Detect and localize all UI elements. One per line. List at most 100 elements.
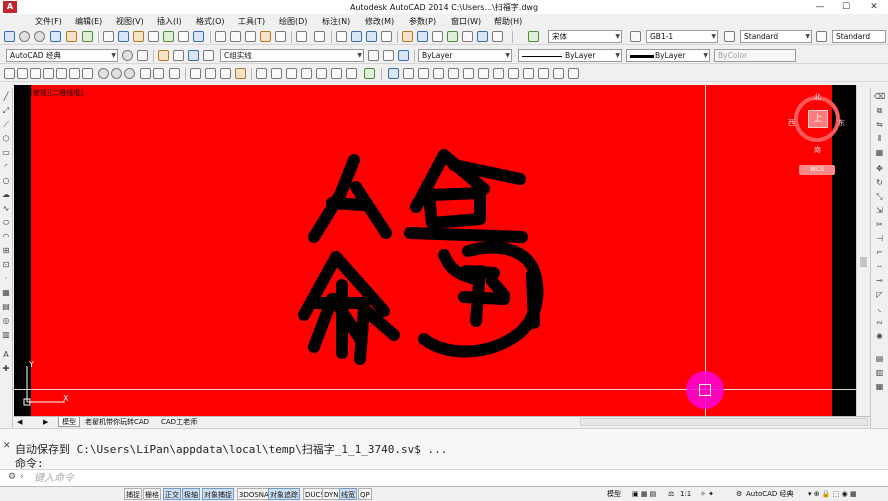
fillet-icon[interactable]: ◟ <box>874 304 885 314</box>
status-grid[interactable]: 栅格 <box>143 488 161 500</box>
textstyle-combo[interactable]: Standard ▼ <box>740 30 812 43</box>
break-icon[interactable]: ╌ <box>874 262 885 272</box>
dimstyle-combo[interactable]: GB1-1 ▼ <box>646 30 718 43</box>
trim-icon[interactable]: ✂ <box>874 220 885 230</box>
point-icon[interactable]: · <box>1 274 11 284</box>
hatch-icon[interactable]: ▦ <box>1 288 11 298</box>
tools-panel-icon[interactable]: ▦ <box>874 382 885 392</box>
vscroll-thumb[interactable] <box>860 257 867 267</box>
snap-center-icon[interactable] <box>98 68 109 79</box>
status-workspace[interactable]: AutoCAD 经典 <box>746 488 794 500</box>
block-editor-icon[interactable] <box>275 31 286 42</box>
preview-icon[interactable] <box>163 31 174 42</box>
ucs-y-icon[interactable] <box>538 68 549 79</box>
menu-file[interactable]: 文件(F) <box>35 16 62 27</box>
workspace-combo[interactable]: AutoCAD 经典 ▼ <box>6 49 118 62</box>
workspace-settings-icon[interactable] <box>122 50 133 61</box>
ucs-world-icon[interactable] <box>403 68 414 79</box>
line-icon[interactable]: ╱ <box>1 92 11 102</box>
snap-quadrant-icon[interactable] <box>111 68 122 79</box>
copy-object-icon[interactable]: ⧉ <box>874 106 885 116</box>
text-front-icon[interactable] <box>316 68 327 79</box>
status-dyn[interactable]: DYN <box>322 488 341 500</box>
redo-icon[interactable] <box>314 31 325 42</box>
font-combo[interactable]: 宋体 ▼ <box>548 30 622 43</box>
multileader-style-icon[interactable] <box>816 31 827 42</box>
status-tray-icons[interactable]: ▾ ⊕ 🔒 ⬚ ◉ ▦ <box>808 488 857 500</box>
command-close-icon[interactable]: ✕ <box>3 441 11 451</box>
ucs-face-icon[interactable] <box>433 68 444 79</box>
blend-icon[interactable]: ∾ <box>874 318 885 328</box>
add-selected-icon[interactable]: ✚ <box>1 364 11 374</box>
close-button[interactable]: ✕ <box>862 0 886 14</box>
viewcube-top-face[interactable]: 上 <box>808 110 828 128</box>
markup-icon[interactable] <box>462 31 473 42</box>
status-model[interactable]: 模型 <box>607 488 621 500</box>
rectangle-icon[interactable]: ▭ <box>1 148 11 158</box>
ellipse-arc-icon[interactable]: ◠ <box>1 232 11 242</box>
menu-help[interactable]: 帮助(H) <box>494 16 522 27</box>
snap-none-icon[interactable] <box>220 68 231 79</box>
workspace-switch-icon[interactable]: ⚙ <box>736 488 742 500</box>
sheet-set-icon[interactable] <box>447 31 458 42</box>
region-icon[interactable]: ◎ <box>1 316 11 326</box>
command-input[interactable] <box>34 472 834 485</box>
tab-layout2[interactable]: CAD工老师 <box>158 417 200 427</box>
draw-order-front-icon[interactable] <box>256 68 267 79</box>
status-snap[interactable]: 捕捉 <box>124 488 142 500</box>
annotation-scale-icon[interactable]: ⚖ <box>668 488 674 500</box>
properties-icon[interactable] <box>402 31 413 42</box>
function-icon[interactable] <box>364 68 375 79</box>
compass-south[interactable]: 南 <box>814 145 821 155</box>
osnap-settings-icon[interactable] <box>235 68 246 79</box>
extend-icon[interactable]: ⊣ <box>874 234 885 244</box>
ucs-origin-icon[interactable] <box>478 68 489 79</box>
ucs-x-icon[interactable] <box>523 68 534 79</box>
menu-parametric[interactable]: 参数(P) <box>409 16 436 27</box>
viewcube[interactable]: 上 北 南 东 西 WCS <box>788 88 852 178</box>
compass-north[interactable]: 北 <box>814 92 821 102</box>
make-current-icon[interactable] <box>368 50 379 61</box>
explode-icon[interactable]: ✺ <box>874 332 885 342</box>
table-style-icon[interactable] <box>724 31 735 42</box>
layers-panel-icon[interactable]: ▤ <box>874 354 885 364</box>
snap-tangent-icon[interactable] <box>124 68 135 79</box>
offset-icon[interactable]: ⫴ <box>874 134 885 144</box>
zoom-previous-icon[interactable] <box>381 31 392 42</box>
snap-insert-icon[interactable] <box>169 68 180 79</box>
ucs-object-icon[interactable] <box>448 68 459 79</box>
ucs-z-icon[interactable] <box>553 68 564 79</box>
draw-order-back-icon[interactable] <box>271 68 282 79</box>
snap-parallel-icon[interactable] <box>153 68 164 79</box>
menu-window[interactable]: 窗口(W) <box>451 16 481 27</box>
snap-perpendicular-icon[interactable] <box>140 68 151 79</box>
snap-endpoint-icon[interactable] <box>30 68 41 79</box>
ucs-icon[interactable] <box>388 68 399 79</box>
annotation-scale[interactable]: 1:1 <box>680 488 691 500</box>
menu-modify[interactable]: 修改(M) <box>365 16 394 27</box>
copy-icon[interactable] <box>230 31 241 42</box>
dim-style-icon[interactable] <box>630 31 641 42</box>
cut-icon[interactable] <box>215 31 226 42</box>
tab-nav-prev[interactable]: ◀ <box>14 417 25 427</box>
menu-view[interactable]: 视图(V) <box>116 16 144 27</box>
draw-order-above-icon[interactable] <box>286 68 297 79</box>
snap-from-icon[interactable] <box>17 68 28 79</box>
snap-nearest-icon[interactable] <box>205 68 216 79</box>
gradient-icon[interactable]: ▤ <box>1 302 11 312</box>
layout-icons[interactable]: ▣ ▦ ▤ <box>632 488 656 500</box>
menu-format[interactable]: 格式(O) <box>196 16 225 27</box>
save-icon[interactable] <box>133 31 144 42</box>
erase-icon[interactable]: ⌫ <box>874 92 885 102</box>
design-center-icon[interactable] <box>417 31 428 42</box>
open-icon[interactable] <box>19 31 30 42</box>
join-icon[interactable]: ⊸ <box>874 276 885 286</box>
render-icon[interactable] <box>82 31 93 42</box>
qnew-icon[interactable] <box>103 31 114 42</box>
layer-combo[interactable]: C组实线 ▼ <box>220 49 364 62</box>
properties-panel-icon[interactable]: ▥ <box>874 368 885 378</box>
command-settings-icon[interactable]: ⚙ <box>8 472 16 482</box>
tool-palettes-icon[interactable] <box>432 31 443 42</box>
new-icon[interactable] <box>4 31 15 42</box>
table-icon[interactable]: ▥ <box>1 330 11 340</box>
